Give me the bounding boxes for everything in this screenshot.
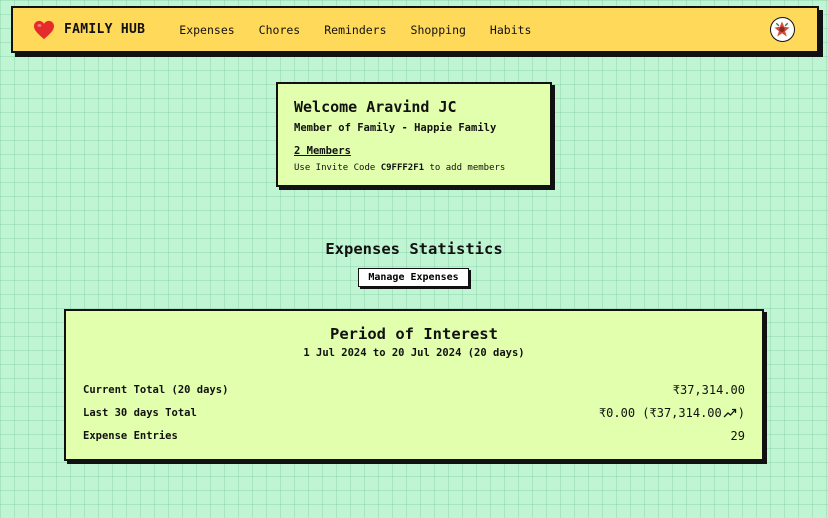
last-30-days-suffix: ) (737, 405, 745, 420)
welcome-title: Welcome Aravind JC (294, 98, 457, 116)
family-name: Member of Family - Happie Family (294, 122, 497, 134)
nav-item-shopping[interactable]: Shopping (411, 23, 466, 37)
current-total-value: ₹37,314.00 (672, 382, 745, 397)
stat-row-last-30-days: Last 30 days Total ₹0.00 (₹37,314.00 ) (83, 401, 745, 424)
stat-value: ₹0.00 (₹37,314.00 ) (599, 406, 745, 420)
nav-item-habits[interactable]: Habits (490, 23, 532, 37)
manage-expenses-button[interactable]: Manage Expenses (358, 268, 469, 287)
stat-label: Last 30 days Total (83, 406, 197, 419)
nav-item-expenses[interactable]: Expenses (179, 23, 234, 37)
stat-value: 29 (731, 429, 745, 443)
heart-icon (34, 20, 54, 39)
stat-row-expense-entries: Expense Entries 29 (83, 424, 745, 447)
stat-value: ₹37,314.00 (673, 383, 745, 397)
brand-name: FAMILY HUB (64, 22, 146, 37)
top-navbar: FAMILY HUB Expenses Chores Reminders Sho… (11, 6, 819, 53)
logo[interactable]: FAMILY HUB (33, 20, 145, 40)
invite-prefix: Use Invite Code (294, 163, 381, 173)
invite-code-line: Use Invite Code C9FFF2F1 to add members (294, 163, 534, 173)
avatar-image-icon (771, 18, 793, 40)
members-link[interactable]: 2 Members (294, 145, 351, 157)
trend-up-icon (723, 408, 736, 417)
stat-row-current-total: Current Total (20 days) ₹37,314.00 (83, 378, 745, 401)
invite-suffix: to add members (424, 163, 506, 173)
period-card: Period of Interest 1 Jul 2024 to 20 Jul … (64, 309, 764, 461)
stat-label: Expense Entries (83, 429, 178, 442)
stat-label: Current Total (20 days) (83, 383, 229, 396)
period-title: Period of Interest (330, 325, 498, 343)
invite-code: C9FFF2F1 (380, 163, 425, 173)
user-avatar[interactable] (770, 17, 795, 42)
last-30-days-value: ₹0.00 (₹37,314.00 (598, 405, 722, 420)
welcome-card: Welcome Aravind JC Member of Family - Ha… (276, 82, 552, 187)
expenses-statistics-title: Expenses Statistics (325, 240, 503, 258)
expense-entries-value: 29 (730, 428, 745, 443)
nav-item-reminders[interactable]: Reminders (324, 23, 386, 37)
nav-item-chores[interactable]: Chores (259, 23, 301, 37)
period-range: 1 Jul 2024 to 20 Jul 2024 (20 days) (303, 347, 525, 359)
